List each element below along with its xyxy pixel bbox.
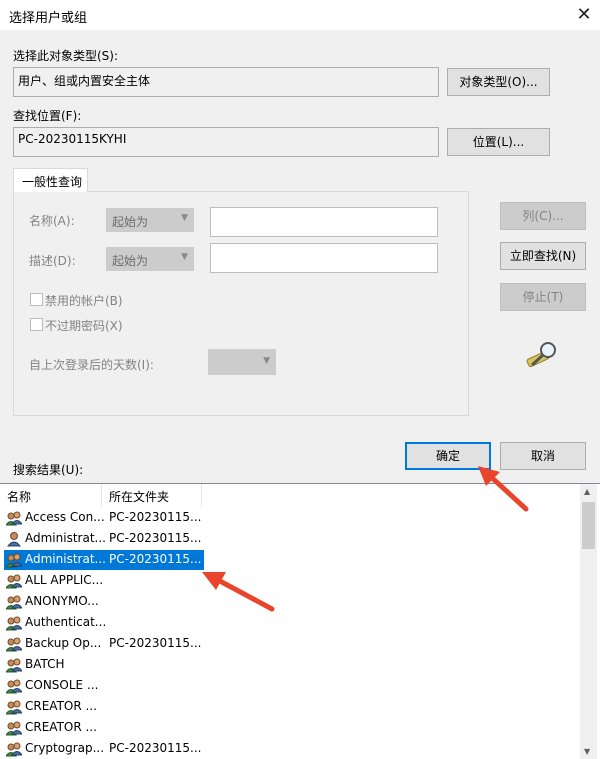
title-bar (0, 0, 600, 30)
chevron-down-icon: ▼ (263, 356, 270, 366)
group-icon (5, 573, 23, 589)
row-folder: PC-20230115... (109, 510, 201, 524)
chevron-down-icon: ▼ (181, 252, 188, 262)
table-row[interactable]: ALL APPLIC... (4, 571, 204, 591)
group-icon (5, 615, 23, 631)
row-folder: PC-20230115... (109, 741, 201, 755)
non-expiring-password-checkbox[interactable] (30, 318, 43, 331)
row-name: CREATOR ... (25, 720, 97, 734)
description-match-combo: 起始为 ▼ (106, 247, 194, 271)
column-header-name[interactable]: 名称 (0, 484, 102, 507)
row-name: Access Con... (25, 510, 105, 524)
description-match-value: 起始为 (112, 254, 149, 268)
table-row[interactable]: Authenticat... (4, 613, 204, 633)
row-name: BATCH (25, 657, 65, 671)
group-icon (5, 657, 23, 673)
row-folder: PC-20230115... (109, 636, 201, 650)
row-name: CREATOR ... (25, 699, 97, 713)
row-name: ALL APPLIC... (25, 573, 104, 587)
row-name: ANONYMO... (25, 594, 99, 608)
column-header-folder[interactable]: 所在文件夹 (102, 484, 202, 507)
search-flashlight-icon (524, 340, 560, 370)
name-match-value: 起始为 (112, 215, 149, 229)
description-label: 描述(D): (29, 254, 76, 268)
row-folder: PC-20230115... (109, 552, 201, 566)
group-icon (5, 636, 23, 652)
annotation-arrow-ok (478, 466, 529, 512)
object-types-button[interactable]: 对象类型(O)... (447, 68, 550, 96)
scrollbar-thumb[interactable] (582, 502, 595, 549)
row-name: Administrat... (25, 531, 105, 545)
scroll-up-icon[interactable]: ▲ (584, 487, 590, 496)
row-name: Authenticat... (25, 615, 105, 629)
columns-button[interactable]: 列(C)... (500, 202, 586, 230)
stop-button[interactable]: 停止(T) (500, 283, 586, 311)
name-label: 名称(A): (29, 214, 75, 228)
locations-button[interactable]: 位置(L)... (447, 128, 550, 156)
tab-common-queries[interactable]: 一般性查询 (13, 168, 88, 192)
group-icon (5, 699, 23, 715)
close-icon[interactable]: ✕ (572, 4, 596, 26)
user-icon (6, 531, 22, 547)
annotation-arrow-selection (202, 572, 275, 612)
find-now-button[interactable]: 立即查找(N) (500, 242, 586, 270)
window-title: 选择用户或组 (9, 11, 88, 26)
disabled-accounts-label: 禁用的帐户(B) (45, 294, 123, 308)
row-name: Cryptograp... (25, 741, 105, 755)
row-name: Backup Op... (25, 636, 102, 650)
table-row[interactable]: Backup Op... PC-20230115... (4, 634, 204, 654)
group-icon (5, 594, 23, 610)
object-type-label: 选择此对象类型(S): (13, 49, 119, 63)
group-icon (5, 741, 23, 757)
table-row[interactable]: CONSOLE ... (4, 676, 204, 696)
table-row[interactable]: Cryptograp... PC-20230115... (4, 739, 204, 759)
group-icon (5, 678, 23, 694)
group-icon (5, 510, 23, 526)
table-row[interactable]: Administrat... PC-20230115... (4, 550, 204, 570)
group-icon (5, 552, 23, 568)
disabled-accounts-checkbox[interactable] (30, 293, 43, 306)
row-name: Administrat... (25, 552, 105, 566)
search-results-label: 搜索结果(U): (13, 463, 84, 477)
object-type-field: 用户、组或内置安全主体 (13, 67, 439, 97)
name-match-combo: 起始为 ▼ (106, 208, 194, 232)
table-row[interactable]: Administrat... PC-20230115... (4, 529, 204, 549)
table-row[interactable]: Access Con... PC-20230115... (4, 508, 204, 528)
table-row[interactable]: ANONYMO... (4, 592, 204, 612)
table-row[interactable]: BATCH (4, 655, 204, 675)
table-row[interactable]: CREATOR ... (4, 718, 204, 738)
table-row[interactable]: CREATOR ... (4, 697, 204, 717)
days-since-logon-label: 自上次登录后的天数(I): (29, 358, 154, 372)
days-since-logon-combo: ▼ (208, 349, 276, 375)
scroll-down-icon[interactable]: ▼ (584, 747, 590, 756)
non-expiring-password-label: 不过期密码(X) (45, 319, 123, 333)
name-input[interactable] (210, 207, 438, 237)
description-input[interactable] (210, 243, 438, 273)
group-icon (5, 720, 23, 736)
row-name: CONSOLE ... (25, 678, 99, 692)
chevron-down-icon: ▼ (181, 213, 188, 223)
location-label: 查找位置(F): (13, 109, 82, 123)
location-field: PC-20230115KYHI (13, 127, 439, 157)
row-folder: PC-20230115... (109, 531, 201, 545)
